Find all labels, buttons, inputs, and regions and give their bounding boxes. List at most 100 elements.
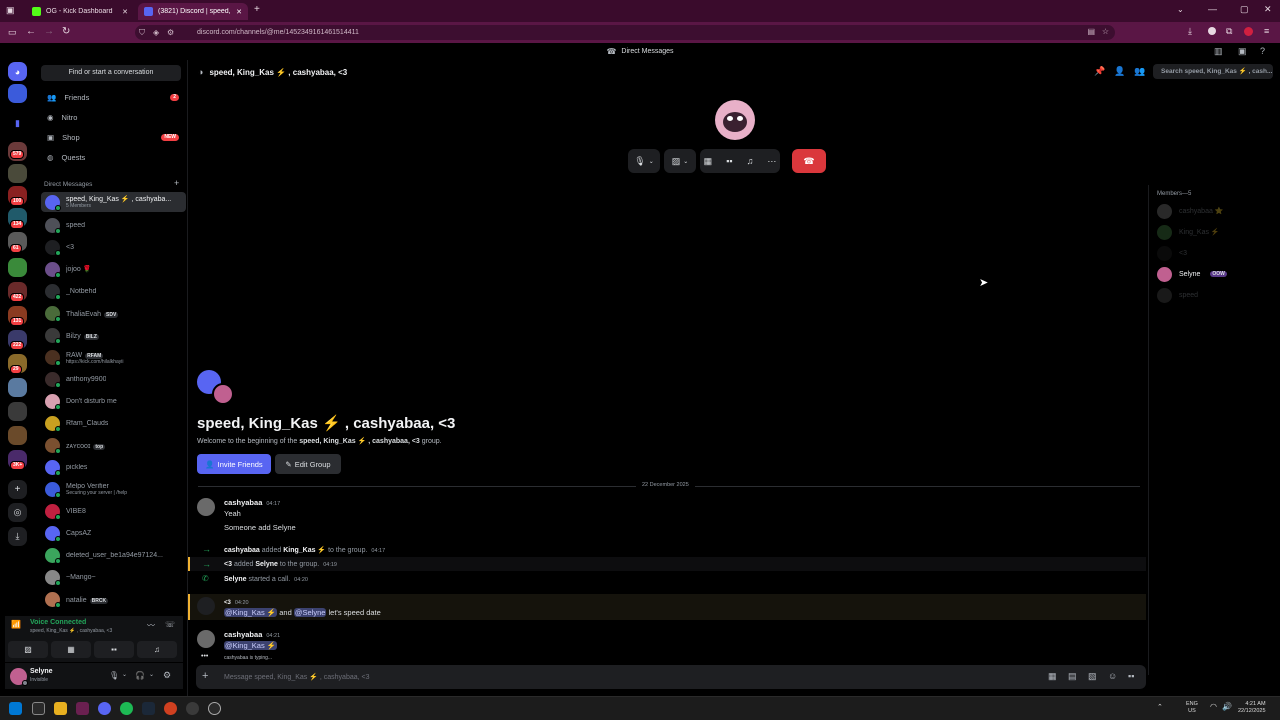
member-list-icon[interactable]: 👥	[1134, 66, 1145, 77]
screen-share-icon[interactable]: ▦	[704, 156, 713, 167]
minimize-icon[interactable]: —	[1208, 4, 1217, 14]
sidebar-toggle-icon[interactable]: ▭	[8, 27, 17, 38]
system-target[interactable]: King_Kas ⚡	[283, 547, 326, 554]
member-item[interactable]: cashyabaa ⭐	[1157, 203, 1224, 219]
gift-icon[interactable]: ▦	[1048, 671, 1057, 682]
message-author[interactable]: cashyabaa	[224, 630, 262, 639]
voice-status[interactable]: Voice Connected	[30, 619, 86, 626]
sticker-icon[interactable]: ▧	[1088, 671, 1097, 682]
system-actor[interactable]: <3	[224, 561, 232, 568]
server-icon[interactable]	[8, 378, 27, 397]
end-call-button[interactable]: ☎	[792, 149, 826, 173]
favorite-star-icon[interactable]: ☆	[1102, 27, 1109, 36]
dm-item[interactable]: ᴢᴀʏᴄᴏᴏɪ top	[41, 435, 186, 455]
wifi-icon[interactable]: ◠	[1210, 702, 1217, 711]
dm-item[interactable]: Don't disturb me	[41, 391, 186, 411]
activities-icon[interactable]: ▪▪	[726, 156, 732, 166]
discord-app-icon[interactable]	[98, 702, 111, 715]
dm-item[interactable]: pickles	[41, 457, 186, 477]
edit-group-button[interactable]: ✎ Edit Group	[275, 454, 341, 474]
more-options-icon[interactable]: ⋯	[767, 156, 776, 167]
dm-item[interactable]: natalie BRCK	[41, 589, 186, 609]
camera-button[interactable]: ▨ ⌄	[664, 149, 696, 173]
find-conversation-button[interactable]: Find or start a conversation	[41, 65, 181, 81]
server-icon[interactable]	[8, 426, 27, 445]
channel-title[interactable]: speed, King_Kas ⚡ , cashyabaa, <3	[209, 68, 347, 77]
soundboard-icon[interactable]: ♫	[747, 156, 754, 166]
dm-item[interactable]: Melpo Verifier Securing your server | /he…	[41, 479, 186, 499]
avatar[interactable]	[10, 668, 28, 686]
message-author[interactable]: cashyabaa	[224, 498, 262, 507]
app-icon[interactable]	[164, 702, 177, 715]
file-explorer-icon[interactable]	[54, 702, 67, 715]
dm-item[interactable]: VIBE8	[41, 501, 186, 521]
close-window-icon[interactable]: ✕	[1264, 4, 1272, 15]
screen-share-button[interactable]: ▦	[51, 641, 91, 658]
back-icon[interactable]: ←	[26, 26, 36, 37]
camera-off-button[interactable]: ▨	[8, 641, 48, 658]
dm-item[interactable]: Bilzy BILZ	[41, 325, 186, 345]
forward-icon[interactable]: →	[44, 26, 54, 37]
download-apps-icon[interactable]: ⤓	[8, 527, 27, 546]
pinned-messages-icon[interactable]: 📌	[1094, 66, 1105, 77]
server-icon[interactable]	[8, 258, 27, 277]
disconnect-icon[interactable]: ☏	[165, 620, 175, 629]
window-icon[interactable]: ▣	[1238, 46, 1247, 57]
call-participant-avatar[interactable]	[715, 100, 755, 140]
dm-item[interactable]: speed, King_Kas ⚡ , cashyaba... 5 Members	[41, 192, 186, 212]
chevron-down-icon[interactable]: ⌄	[149, 671, 154, 678]
message-input[interactable]: Message speed, King_Kas ⚡ , cashyabaa, <…	[224, 673, 370, 681]
profile-icon[interactable]	[1208, 27, 1216, 35]
system-target[interactable]: Selyne	[255, 561, 278, 568]
dm-item[interactable]: deleted_user_be1a94e97124...	[41, 545, 186, 565]
download-icon[interactable]: ⤓	[1188, 26, 1192, 37]
browser-app-icon[interactable]	[76, 702, 89, 715]
extensions-icon[interactable]: ⧉	[1226, 26, 1232, 37]
extension-red-icon[interactable]	[1244, 27, 1253, 36]
channel-search-input[interactable]: Search speed, King_Kas ⚡ , cash...	[1153, 64, 1273, 79]
add-friends-icon[interactable]: 👤	[1114, 66, 1125, 77]
discover-icon[interactable]: ◎	[8, 503, 27, 522]
invite-friends-button[interactable]: 👤 Invite Friends	[197, 454, 271, 474]
soundboard-button[interactable]: ♫	[137, 641, 177, 658]
activities-button[interactable]: ▪▪	[94, 641, 134, 658]
settings-gear-icon[interactable]: ⚙	[163, 670, 171, 681]
close-tab-icon[interactable]: ✕	[236, 8, 242, 16]
task-view-icon[interactable]	[32, 702, 45, 715]
discord-home-icon[interactable]: ◕	[8, 62, 27, 81]
dm-item[interactable]: ~Mango~	[41, 567, 186, 587]
user-mention[interactable]: @King_Kas ⚡	[224, 608, 278, 617]
dm-item[interactable]: ThaliaEvah SDV	[41, 303, 186, 323]
new-tab-icon[interactable]: +	[254, 4, 260, 15]
tab-discord[interactable]: (3821) Discord | speed, King_Ka ✕	[138, 3, 248, 20]
app-icon[interactable]	[208, 702, 221, 715]
add-attachment-icon[interactable]: +	[202, 670, 208, 682]
browser-menu-dots-icon[interactable]: ≡	[1264, 26, 1269, 36]
steam-icon[interactable]	[142, 702, 155, 715]
reader-mode-icon[interactable]: ▤	[1087, 27, 1095, 36]
maximize-icon[interactable]: ▢	[1240, 4, 1249, 15]
apps-icon[interactable]: ▪▪	[1128, 671, 1134, 681]
server-icon[interactable]	[8, 402, 27, 421]
volume-icon[interactable]: 🔊	[1222, 702, 1232, 711]
dm-item[interactable]: _Notbehd	[41, 281, 186, 301]
system-actor[interactable]: Selyne	[224, 576, 247, 583]
site-info-icon[interactable]: ⚙	[167, 28, 174, 37]
avatar[interactable]	[197, 630, 215, 648]
message-author[interactable]: <3	[224, 600, 231, 606]
browser-menu-icon[interactable]: ▣	[6, 5, 15, 16]
gif-icon[interactable]: ▤	[1068, 671, 1077, 682]
obs-icon[interactable]	[186, 702, 199, 715]
noise-suppression-icon[interactable]: 〰	[147, 620, 155, 631]
server-icon[interactable]	[8, 84, 27, 103]
member-item[interactable]: <3	[1157, 245, 1187, 261]
spotify-icon[interactable]	[120, 702, 133, 715]
start-icon[interactable]	[9, 702, 22, 715]
member-item[interactable]: Selyne OOW	[1157, 266, 1227, 282]
help-icon[interactable]: ?	[1260, 46, 1265, 56]
dm-item[interactable]: jojoo 🌹	[41, 259, 186, 279]
tray-chevron-icon[interactable]: ⌃	[1157, 703, 1163, 711]
nav-nitro[interactable]: ◉ Nitro	[41, 108, 183, 126]
add-server-icon[interactable]: +	[8, 480, 27, 499]
inbox-icon[interactable]: ▥	[1214, 46, 1223, 57]
